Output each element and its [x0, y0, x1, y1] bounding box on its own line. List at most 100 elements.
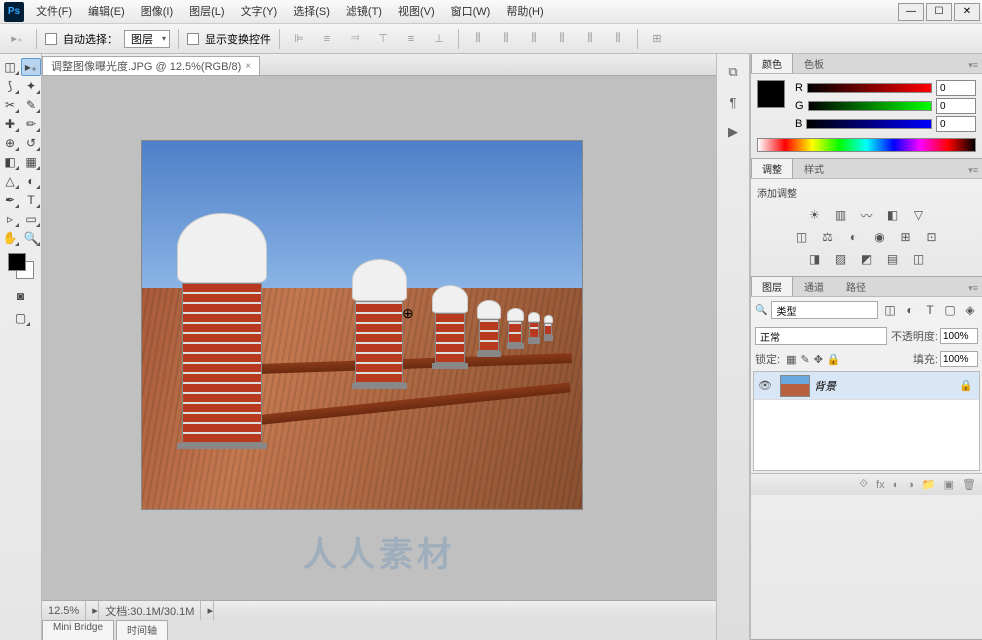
- g-input[interactable]: [936, 98, 976, 114]
- brush-tool[interactable]: ✏: [21, 115, 41, 133]
- align-center-icon[interactable]: ≡: [316, 28, 338, 50]
- crop-tool[interactable]: ✂: [0, 96, 20, 114]
- delete-layer-icon[interactable]: 🗑: [962, 478, 976, 491]
- bw-icon[interactable]: ◐: [846, 230, 862, 244]
- stamp-tool[interactable]: ⊕: [0, 134, 20, 152]
- g-slider[interactable]: [808, 101, 932, 111]
- opacity-input[interactable]: [940, 328, 978, 344]
- layer-fx-icon[interactable]: fx: [876, 479, 885, 491]
- new-layer-icon[interactable]: ▣: [944, 478, 954, 491]
- zoom-tool[interactable]: 🔍: [21, 229, 41, 247]
- layer-name[interactable]: 背景: [814, 378, 959, 394]
- layer-filter-select[interactable]: 类型: [771, 301, 878, 319]
- color-lookup-icon[interactable]: ⊡: [924, 230, 940, 244]
- filter-smart-icon[interactable]: ◈: [962, 303, 978, 317]
- tab-channels[interactable]: 通道: [793, 276, 835, 296]
- tab-timeline[interactable]: 时间轴: [116, 620, 168, 640]
- menu-image[interactable]: 图像(I): [133, 0, 181, 24]
- healing-tool[interactable]: ✚: [0, 115, 20, 133]
- gradient-map-icon[interactable]: ▤: [885, 252, 901, 266]
- status-arrow-icon[interactable]: ▸: [86, 601, 99, 620]
- shape-tool[interactable]: ▭: [21, 210, 41, 228]
- maximize-button[interactable]: ☐: [926, 3, 952, 21]
- hue-sat-icon[interactable]: ◫: [794, 230, 810, 244]
- align-middle-icon[interactable]: ≡: [400, 28, 422, 50]
- close-button[interactable]: ✕: [954, 3, 980, 21]
- menu-type[interactable]: 文字(Y): [233, 0, 286, 24]
- menu-view[interactable]: 视图(V): [390, 0, 443, 24]
- vibrance-icon[interactable]: ▽: [911, 208, 927, 222]
- panel-menu-icon[interactable]: ▾≡: [964, 163, 982, 178]
- distribute-icon[interactable]: ⫼: [495, 28, 517, 50]
- distribute-icon[interactable]: ⫼: [523, 28, 545, 50]
- layer-mask-icon[interactable]: ◐: [893, 479, 900, 491]
- link-layers-icon[interactable]: ⟐: [859, 478, 868, 491]
- menu-select[interactable]: 选择(S): [285, 0, 338, 24]
- character-panel-icon[interactable]: ¶: [724, 94, 742, 110]
- menu-layer[interactable]: 图层(L): [181, 0, 232, 24]
- gradient-tool[interactable]: ▦: [21, 153, 41, 171]
- new-group-icon[interactable]: 📁: [922, 478, 936, 491]
- brightness-icon[interactable]: ☀: [807, 208, 823, 222]
- minimize-button[interactable]: —: [898, 3, 924, 21]
- auto-select-target[interactable]: 图层: [124, 30, 170, 48]
- lock-position-icon[interactable]: ✥: [814, 353, 823, 366]
- color-spectrum[interactable]: [757, 138, 976, 152]
- filter-shape-icon[interactable]: ▢: [942, 303, 958, 317]
- show-transform-checkbox[interactable]: [187, 33, 199, 45]
- visibility-icon[interactable]: 👁: [754, 379, 776, 392]
- panel-menu-icon[interactable]: ▾≡: [964, 281, 982, 296]
- lock-pixels-icon[interactable]: ✎: [800, 353, 809, 366]
- layer-thumbnail[interactable]: [780, 375, 810, 397]
- tab-layers[interactable]: 图层: [751, 276, 793, 296]
- path-select-tool[interactable]: ▹: [0, 210, 20, 228]
- tab-paths[interactable]: 路径: [835, 276, 877, 296]
- menu-edit[interactable]: 编辑(E): [80, 0, 133, 24]
- search-icon[interactable]: 🔍: [755, 305, 767, 316]
- photo-filter-icon[interactable]: ◉: [872, 230, 888, 244]
- move-tool[interactable]: ▸₊: [21, 58, 41, 76]
- eyedropper-tool[interactable]: ✎: [21, 96, 41, 114]
- auto-select-checkbox[interactable]: [45, 33, 57, 45]
- canvas-viewport[interactable]: ⊕ 人人素材: [42, 76, 716, 600]
- history-brush-tool[interactable]: ↺: [21, 134, 41, 152]
- lock-transparency-icon[interactable]: ▦: [786, 353, 796, 366]
- align-top-icon[interactable]: ⊤: [372, 28, 394, 50]
- distribute-icon[interactable]: ⫼: [551, 28, 573, 50]
- menu-window[interactable]: 窗口(W): [443, 0, 499, 24]
- lasso-tool[interactable]: ⟆: [0, 77, 20, 95]
- panel-menu-icon[interactable]: ▾≡: [964, 58, 982, 73]
- filter-adjust-icon[interactable]: ◐: [902, 303, 918, 317]
- exposure-icon[interactable]: ◧: [885, 208, 901, 222]
- quick-select-tool[interactable]: ✦: [21, 77, 41, 95]
- menu-help[interactable]: 帮助(H): [498, 0, 551, 24]
- type-tool[interactable]: T: [21, 191, 41, 209]
- channel-mixer-icon[interactable]: ⊞: [898, 230, 914, 244]
- levels-icon[interactable]: ▥: [833, 208, 849, 222]
- b-input[interactable]: [936, 116, 976, 132]
- layer-item[interactable]: 👁 背景 🔒: [754, 372, 979, 400]
- align-left-icon[interactable]: ⊫: [288, 28, 310, 50]
- pen-tool[interactable]: ✒: [0, 191, 20, 209]
- distribute-icon[interactable]: ⫼: [579, 28, 601, 50]
- lock-all-icon[interactable]: 🔒: [827, 353, 841, 366]
- tab-adjustments[interactable]: 调整: [751, 158, 793, 178]
- align-right-icon[interactable]: ⫤: [344, 28, 366, 50]
- curves-icon[interactable]: 〰: [859, 208, 875, 222]
- filter-pixel-icon[interactable]: ◫: [882, 303, 898, 317]
- align-bottom-icon[interactable]: ⊥: [428, 28, 450, 50]
- menu-file[interactable]: 文件(F): [28, 0, 80, 24]
- screen-mode-icon[interactable]: ▢: [11, 309, 31, 327]
- menu-filter[interactable]: 滤镜(T): [338, 0, 390, 24]
- close-tab-icon[interactable]: ×: [245, 61, 251, 72]
- color-balance-icon[interactable]: ⚖: [820, 230, 836, 244]
- canvas[interactable]: ⊕: [142, 141, 582, 509]
- posterize-icon[interactable]: ▨: [833, 252, 849, 266]
- doc-info[interactable]: 文档:30.1M/30.1M: [99, 601, 201, 620]
- b-slider[interactable]: [806, 119, 932, 129]
- marquee-tool[interactable]: ◫: [0, 58, 20, 76]
- zoom-level[interactable]: 12.5%: [42, 601, 86, 620]
- tab-mini-bridge[interactable]: Mini Bridge: [42, 620, 114, 640]
- history-panel-icon[interactable]: ⧉: [724, 64, 742, 80]
- dodge-tool[interactable]: ◐: [21, 172, 41, 190]
